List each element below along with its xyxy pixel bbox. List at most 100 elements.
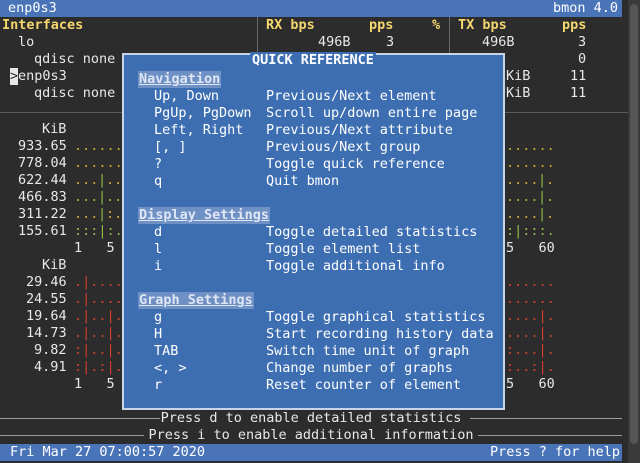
status-bar: Fri Mar 27 07:00:57 2020 Press ? for hel… — [0, 444, 622, 461]
shortcut-key: Left, Right — [154, 122, 244, 138]
shortcut-desc: Toggle element list — [266, 241, 421, 257]
tx-graph-bars: :|..|. — [74, 342, 123, 358]
shortcut-desc: Previous/Next attribute — [266, 122, 453, 138]
tx-x-ticks: 5 60 — [506, 376, 555, 392]
shortcut-desc: Toggle quick reference — [266, 156, 445, 172]
scrollbar[interactable] — [628, 0, 640, 463]
col-tx-bps: TX bps — [458, 17, 507, 33]
tx-y-label: 4.91 — [34, 359, 67, 375]
col-rx-pps: pps — [369, 17, 394, 33]
shortcut-key: i — [154, 258, 163, 274]
dialog-title: QUICK REFERENCE — [250, 52, 376, 69]
tx-y-label: 14.73 — [26, 325, 67, 341]
shortcut-key: l — [154, 241, 163, 257]
row-name: lo — [18, 34, 35, 50]
rx-graph-bars: :|:::. — [506, 223, 555, 239]
tx-graph-bars: ....|. — [506, 308, 555, 324]
tx-graph-bars: .|.... — [74, 274, 123, 290]
tx-graph-bars: :|.:|. — [74, 359, 123, 375]
shortcut-key: ? — [154, 156, 163, 172]
table-header: Interfaces RX bps pps % TX bps pps — [0, 17, 622, 34]
shortcut-desc: Change number of graphs — [266, 360, 453, 376]
status-datetime: Fri Mar 27 07:00:57 2020 — [10, 444, 206, 460]
tx-y-label: 29.46 — [26, 274, 67, 290]
col-interfaces: Interfaces — [2, 17, 84, 33]
row-name: qdisc none — [34, 51, 116, 67]
rx-graph-unit: KiB — [42, 121, 67, 137]
shortcut-key: TAB — [154, 343, 179, 359]
rx-x-ticks: 1 5 — [74, 240, 115, 256]
tx-x-ticks: 1 5 — [74, 376, 115, 392]
rx-graph-dots: ...... — [74, 138, 123, 154]
shortcut-desc: Toggle graphical statistics — [266, 309, 486, 325]
rx-y-label: 155.61 — [18, 223, 67, 239]
row-tx: 496B — [482, 34, 515, 50]
shortcut-key: g — [154, 309, 163, 325]
selection-cursor: > — [10, 68, 19, 85]
shortcut-desc: Quit bmon — [266, 173, 340, 189]
scrollbar-thumb[interactable] — [630, 4, 638, 444]
shortcut-desc: Scroll up/down entire page — [266, 105, 478, 121]
rx-graph-dots: ...... — [506, 138, 555, 154]
row-name: qdisc none — [34, 85, 116, 101]
status-help-hint: Press ? for help — [490, 444, 621, 460]
interface-title: enp0s3 — [8, 0, 57, 16]
col-pct: % — [432, 17, 441, 33]
shortcut-key: H — [154, 326, 163, 342]
row-tx: KiB — [506, 85, 531, 101]
top-bar: enp0s3 bmon 4.0 — [0, 0, 622, 17]
hint-detailed-statistics: Press d to enable detailed statistics — [0, 410, 622, 427]
tx-graph-bars: :..:|. — [506, 359, 555, 375]
rx-x-ticks: 5 60 — [506, 240, 555, 256]
shortcut-key: PgUp, PgDown — [154, 105, 252, 121]
tx-graph-bars: ....|. — [506, 325, 555, 341]
shortcut-key: q — [154, 173, 163, 189]
row-tx-pps: 11 — [570, 85, 587, 101]
row-tx-pps: 11 — [570, 68, 587, 84]
tx-y-label: 19.64 — [26, 308, 67, 324]
shortcut-key: [, ] — [154, 139, 187, 155]
row-tx-pps: 0 — [578, 51, 587, 67]
tx-graph-bars: ...... — [506, 274, 555, 290]
tx-graph-bars: .|.... — [74, 291, 123, 307]
tx-y-label: 24.55 — [26, 291, 67, 307]
section-display-settings: Display Settings — [138, 207, 271, 224]
rx-y-label: 466.83 — [18, 189, 67, 205]
hint-additional-text: Press i to enable additional information — [148, 427, 474, 443]
shortcut-key: <, > — [154, 360, 187, 376]
row-name: enp0s3 — [18, 68, 67, 84]
tx-graph-bars: .|..|. — [74, 325, 123, 341]
shortcut-key: r — [154, 377, 163, 393]
shortcut-desc: Start recording history data — [266, 326, 494, 342]
row-tx: KiB — [506, 68, 531, 84]
tx-graph-bars: ...... — [506, 291, 555, 307]
tx-graph-bars: :...|. — [506, 342, 555, 358]
rx-graph-dots: ...... — [506, 155, 555, 171]
col-tx-pps: pps — [562, 17, 587, 33]
rx-graph-dots: ...... — [74, 155, 123, 171]
shortcut-desc: Reset counter of element — [266, 377, 462, 393]
row-rx: 496B — [318, 34, 351, 50]
rx-y-label: 622.44 — [18, 172, 67, 188]
rx-y-label: 311.22 — [18, 206, 67, 222]
shortcut-desc: Previous/Next group — [266, 139, 421, 155]
terminal-window: enp0s3 bmon 4.0 Interfaces RX bps pps % … — [0, 0, 640, 463]
section-navigation: Navigation — [138, 71, 222, 88]
section-graph-settings: Graph Settings — [138, 292, 254, 309]
shortcut-desc: Previous/Next element — [266, 88, 437, 104]
tx-y-label: 9.82 — [34, 342, 67, 358]
rx-y-label: 933.65 — [18, 138, 67, 154]
shortcut-desc: Switch time unit of graph — [266, 343, 470, 359]
table-row[interactable]: lo 496B 3 496B 3 — [0, 34, 622, 51]
shortcut-desc: Toggle additional info — [266, 258, 445, 274]
app-version: bmon 4.0 — [553, 0, 619, 16]
tx-graph-unit: KiB — [42, 257, 67, 273]
row-tx-pps: 3 — [578, 34, 587, 50]
hint-detailed-text: Press d to enable detailed statistics — [160, 410, 462, 426]
shortcut-desc: Toggle detailed statistics — [266, 224, 478, 240]
tx-graph-bars: .|..|. — [74, 308, 123, 324]
shortcut-key: Up, Down — [154, 88, 220, 104]
col-rx-bps: RX bps — [266, 17, 315, 33]
quick-reference-dialog: QUICK REFERENCE Navigation Up, Down Prev… — [122, 52, 505, 410]
hint-additional-info: Press i to enable additional information — [0, 427, 622, 444]
